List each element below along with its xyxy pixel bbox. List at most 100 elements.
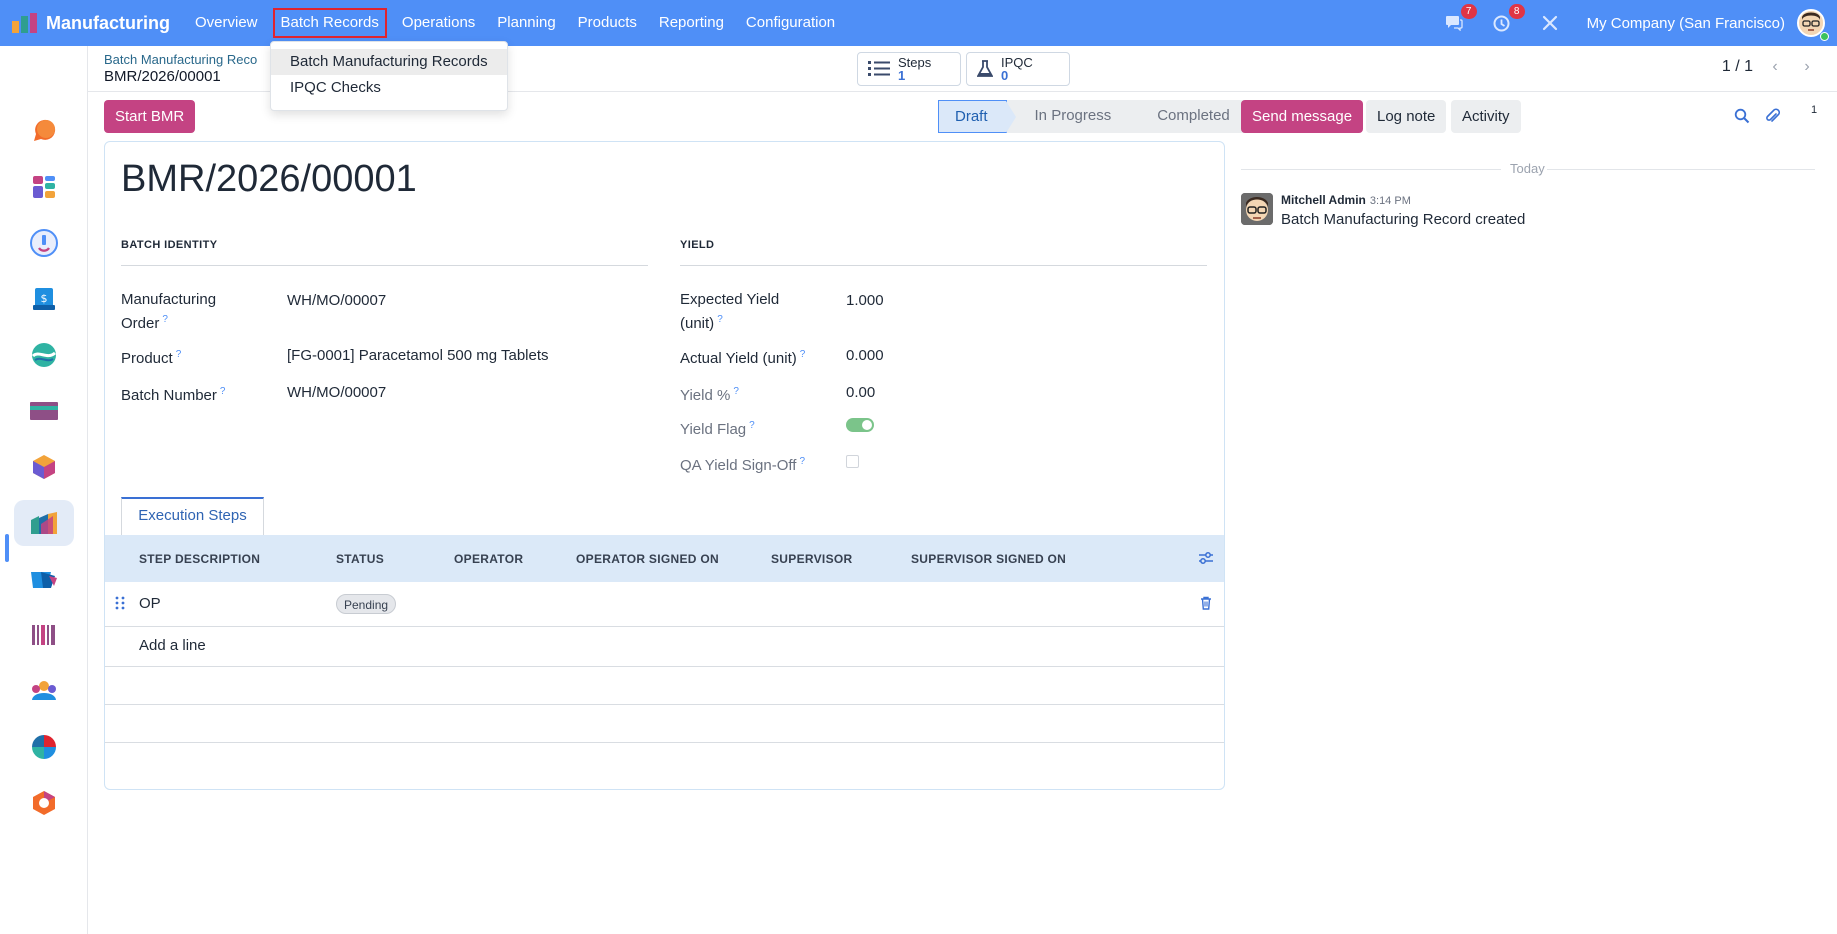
status-badge: Pending [336,594,397,614]
yield-percent-value: 0.00 [846,384,876,401]
sidebar-app-payments[interactable] [14,388,74,434]
start-bmr-button[interactable]: Start BMR [104,100,196,133]
actual-yield-label: Actual Yield (unit)? [680,349,806,367]
help-icon[interactable]: ? [749,420,755,431]
sidebar-app-quality[interactable] [14,724,74,770]
quality-app-icon [32,735,56,759]
stage-draft[interactable]: Draft [938,100,1016,133]
payments-app-icon [30,402,58,420]
sidebar-app-employees[interactable] [14,668,74,714]
sidebar-app-invoicing[interactable]: $ [14,276,74,322]
employees-app-icon [32,681,56,700]
sidebar-app-sign[interactable] [14,332,74,378]
menu-reporting[interactable]: Reporting [648,8,735,38]
sidebar-app-calendar[interactable] [14,220,74,266]
expected-yield-value[interactable]: 1.000 [846,292,884,309]
apps-store-icon [33,791,55,815]
col-supervisor[interactable]: SUPERVISOR [771,552,852,566]
breadcrumb-parent[interactable]: Batch Manufacturing Reco [104,52,257,67]
discuss-app-icon [34,119,56,141]
col-supervisor-signed-on[interactable]: SUPERVISOR SIGNED ON [911,552,1066,566]
col-operator-signed-on[interactable]: OPERATOR SIGNED ON [576,552,719,566]
menu-configuration[interactable]: Configuration [735,8,846,38]
message-author[interactable]: Mitchell Admin 3:14 PM [1281,193,1411,207]
execution-steps-table: STEP DESCRIPTION STATUS OPERATOR OPERATO… [105,535,1224,781]
pager-next-button[interactable]: › [1795,58,1819,80]
sidebar-app-dashboards[interactable] [14,164,74,210]
table-row[interactable]: OP Pending [105,582,1224,627]
step-description-cell[interactable]: OP [139,595,161,612]
sidebar-app-apps[interactable] [14,780,74,826]
add-a-line-link[interactable]: Add a line [139,637,206,654]
record-title[interactable]: BMR/2026/00001 [121,158,417,201]
menu-batch-records[interactable]: Batch Records [272,8,387,38]
delete-trash-icon[interactable] [1200,596,1212,613]
batch-number-value[interactable]: WH/MO/00007 [287,384,386,401]
help-icon[interactable]: ? [176,349,182,360]
sidebar-app-manufacturing[interactable] [14,500,74,546]
app-brand[interactable]: Manufacturing [12,13,170,34]
empty-row [105,743,1224,781]
form-sheet: BMR/2026/00001 BATCH IDENTITY YIELD Manu… [104,141,1225,790]
message-author-avatar[interactable] [1241,193,1273,225]
log-note-button[interactable]: Log note [1366,100,1447,133]
col-status[interactable]: STATUS [336,552,384,566]
batch-records-dropdown: Batch Manufacturing Records IPQC Checks [270,41,508,111]
tab-execution-steps[interactable]: Execution Steps [121,497,264,535]
navbar: Manufacturing Overview Batch Records Ope… [0,0,1837,46]
optional-columns-icon[interactable] [1198,550,1214,569]
yield-divider [680,265,1207,266]
messages-icon[interactable]: 7 [1443,4,1477,34]
menu-operations[interactable]: Operations [391,8,486,38]
actual-yield-value[interactable]: 0.000 [846,347,884,364]
systray: 7 8 My Company (San Francisco) [1443,0,1837,46]
activities-clock-icon[interactable]: 8 [1491,4,1525,34]
manufacturing-order-value[interactable]: WH/MO/00007 [287,292,386,309]
activity-button[interactable]: Activity [1451,100,1521,133]
list-icon [868,61,890,76]
ipqc-smart-button[interactable]: IPQC 0 [966,52,1070,86]
menu-planning[interactable]: Planning [486,8,566,38]
help-icon[interactable]: ? [733,386,739,397]
stage-in-progress-label: In Progress [1034,107,1112,124]
send-message-button[interactable]: Send message [1241,100,1364,133]
sidebar-app-purchase[interactable] [14,556,74,602]
sidebar-app-barcode[interactable] [14,612,74,658]
manufacturing-order-label: Manufacturing Order? [121,291,217,332]
menu-overview[interactable]: Overview [184,8,269,38]
help-icon[interactable]: ? [162,314,168,325]
sidebar-app-inventory[interactable] [14,444,74,490]
steps-smart-button[interactable]: Steps 1 [857,52,961,86]
stage-in-progress[interactable]: In Progress [1006,100,1140,133]
col-step-description[interactable]: STEP DESCRIPTION [139,552,260,566]
empty-row [105,667,1224,705]
product-value[interactable]: [FG-0001] Paracetamol 500 mg Tablets [287,347,549,364]
dropdown-batch-manufacturing-records[interactable]: Batch Manufacturing Records [271,49,507,75]
help-icon[interactable]: ? [717,314,723,325]
steps-count: 1 [898,68,906,83]
help-icon[interactable]: ? [799,456,805,467]
stage-completed[interactable]: Completed [1129,100,1246,133]
drag-handle-icon[interactable] [115,596,125,613]
followers-user-icon[interactable] [1796,108,1810,125]
sidebar-app-discuss[interactable] [14,108,74,154]
pager-previous-button[interactable]: ‹ [1763,58,1787,80]
ipqc-count: 0 [1001,68,1009,83]
yield-heading: YIELD [680,239,715,251]
dropdown-ipqc-checks[interactable]: IPQC Checks [271,75,507,101]
help-icon[interactable]: ? [800,349,806,360]
help-icon[interactable]: ? [220,386,226,397]
yield-flag-label: Yield Flag? [680,420,755,438]
debug-tools-icon[interactable] [1539,12,1561,34]
menu-products[interactable]: Products [567,8,648,38]
apps-sidebar: $ [0,46,88,934]
dashboards-app-icon [33,176,55,198]
pager-value[interactable]: 1 / 1 [1722,58,1753,76]
company-switcher[interactable]: My Company (San Francisco) [1587,15,1785,32]
barcode-app-icon [32,625,55,645]
paperclip-icon[interactable] [1764,107,1780,128]
batch-identity-divider [121,265,648,266]
user-online-status-icon [1820,32,1829,41]
col-operator[interactable]: OPERATOR [454,552,523,566]
search-icon[interactable] [1734,108,1750,127]
